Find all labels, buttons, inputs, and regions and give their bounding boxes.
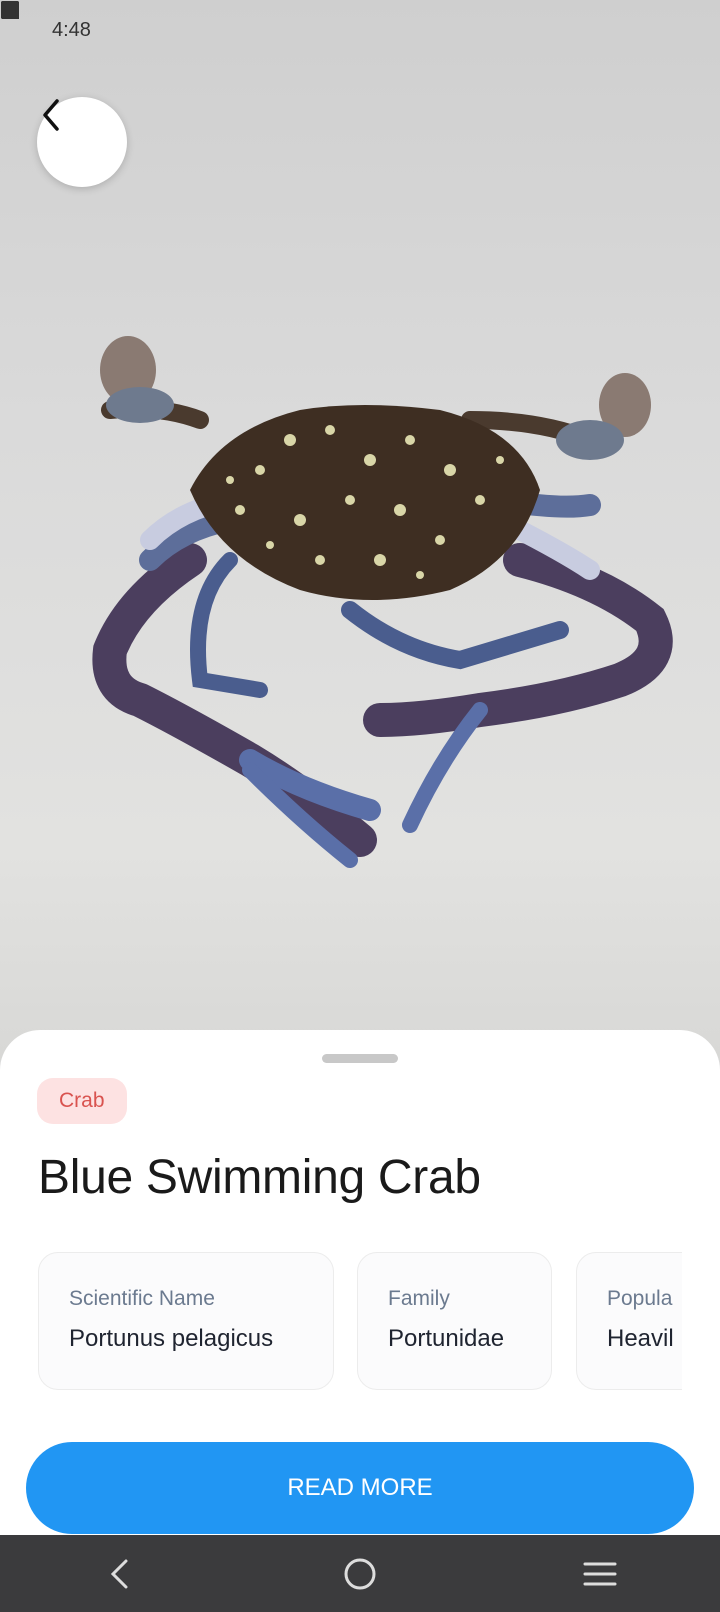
info-card-label: Scientific Name xyxy=(69,1287,215,1310)
battery-icon xyxy=(6,1,15,19)
info-card-value: Heavil xyxy=(607,1325,674,1352)
nav-back-icon xyxy=(110,1559,128,1588)
species-title: Blue Swimming Crab xyxy=(38,1151,481,1204)
nav-recents-button[interactable] xyxy=(570,1544,630,1604)
read-more-button[interactable]: READ MORE xyxy=(26,1442,694,1534)
status-bar: 4:48 xyxy=(0,0,720,60)
nav-home-button[interactable] xyxy=(330,1544,390,1604)
status-time: 4:48 xyxy=(52,18,91,41)
info-card-family: Family Portunidae xyxy=(357,1252,552,1390)
nav-back-button[interactable] xyxy=(90,1544,150,1604)
details-sheet: Crab Blue Swimming Crab Scientific Name … xyxy=(0,1030,720,1535)
back-button[interactable] xyxy=(37,97,127,187)
nav-recents-icon xyxy=(583,1562,617,1585)
nav-home-icon xyxy=(344,1558,376,1589)
crab-photo: 4:48 xyxy=(0,0,720,1060)
chevron-left-icon xyxy=(43,99,59,131)
info-card-value: Portunidae xyxy=(388,1325,505,1352)
info-card-label: Popula xyxy=(607,1287,673,1310)
info-card-scientific-name: Scientific Name Portunus pelagicus xyxy=(38,1252,334,1390)
system-nav-bar xyxy=(0,1535,720,1612)
sheet-drag-handle[interactable] xyxy=(322,1054,398,1063)
info-card-label: Family xyxy=(388,1287,450,1310)
info-cards[interactable]: Scientific Name Portunus pelagicus Famil… xyxy=(0,1252,682,1392)
info-card-population: Popula Heavil xyxy=(576,1252,682,1390)
info-card-value: Portunus pelagicus xyxy=(69,1325,274,1352)
category-tag: Crab xyxy=(37,1078,127,1124)
